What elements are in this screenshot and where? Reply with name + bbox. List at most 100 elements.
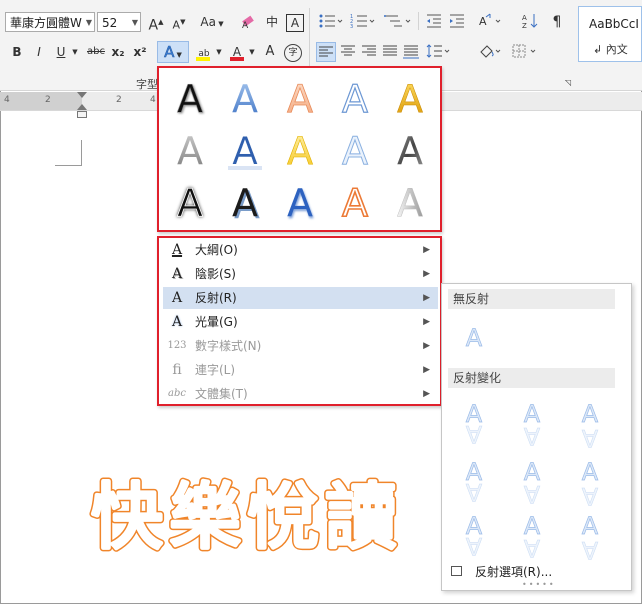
menu-item-label: 大綱(O) xyxy=(195,243,238,257)
reflection-variation-2[interactable]: AA xyxy=(512,396,552,450)
chevron-down-icon[interactable]: ▼ xyxy=(86,13,92,33)
menu-item-reflection[interactable]: A 反射(R) ▶ xyxy=(163,287,438,309)
reflection-variation-1[interactable]: AA xyxy=(454,396,494,450)
font-size-box[interactable]: 52 ▼ xyxy=(97,12,141,32)
numbering-icon[interactable]: 123 xyxy=(350,12,376,32)
phonetic-guide-button[interactable]: 中 xyxy=(262,12,282,32)
reflection-variations-header: 反射變化 xyxy=(448,368,615,388)
change-case-shade-icon[interactable]: A xyxy=(263,42,277,62)
italic-button[interactable]: I xyxy=(32,42,46,62)
svg-text:A: A xyxy=(287,77,313,121)
menu-item-shadow[interactable]: A 陰影(S) ▶ xyxy=(163,263,438,285)
bullets-icon[interactable] xyxy=(318,12,344,32)
align-right-icon[interactable] xyxy=(360,42,378,62)
sort-icon[interactable]: AZ xyxy=(521,12,539,32)
paragraph-dialog-launcher-icon[interactable]: ◹ xyxy=(565,78,571,87)
text-effect-style-13[interactable]: A xyxy=(275,178,325,226)
underline-dropdown-icon[interactable]: ▼ xyxy=(70,42,80,62)
text-effect-style-3[interactable]: A xyxy=(275,74,325,122)
reflection-variation-9[interactable]: AA xyxy=(570,508,610,562)
svg-text:A: A xyxy=(466,532,483,560)
chinese-layout-icon[interactable]: A xyxy=(478,12,506,32)
chevron-down-icon[interactable]: ▼ xyxy=(132,13,138,33)
text-effect-style-15[interactable]: A xyxy=(385,178,435,226)
shading-icon[interactable] xyxy=(478,42,504,62)
reflection-options-item[interactable]: 反射選項(R)... xyxy=(448,562,624,582)
shadow-icon: A xyxy=(171,266,183,282)
distributed-icon[interactable] xyxy=(402,42,420,62)
wordart-text[interactable]: 快樂悅讀 快樂悅讀 xyxy=(85,472,425,562)
svg-text:A: A xyxy=(524,534,541,562)
show-formatting-marks-icon[interactable]: ¶ xyxy=(550,12,564,32)
text-effects-gallery: A A A A A A A A A A A AA A A A xyxy=(157,66,442,232)
text-effect-style-1[interactable]: A xyxy=(165,74,215,122)
svg-text:A: A xyxy=(177,77,203,121)
styles-gallery-item-normal[interactable]: AaBbCcI ↲ 內文 xyxy=(578,6,642,62)
clear-formatting-icon[interactable]: A xyxy=(240,12,258,32)
submenu-arrow-icon: ▶ xyxy=(423,293,430,303)
justify-icon[interactable] xyxy=(381,42,399,62)
align-left-icon[interactable] xyxy=(316,42,336,62)
borders-icon[interactable] xyxy=(511,42,539,62)
menu-item-glow[interactable]: A 光暈(G) ▶ xyxy=(163,311,438,333)
character-border-button[interactable]: A xyxy=(286,14,304,32)
multilevel-list-icon[interactable] xyxy=(384,12,412,32)
reflection-variation-7[interactable]: AA xyxy=(454,508,494,562)
font-color-button[interactable]: A xyxy=(229,42,245,62)
underline-button[interactable]: U xyxy=(54,42,68,62)
menu-item-outline[interactable]: A 大綱(O) ▶ xyxy=(163,239,438,261)
font-name-value: 華康方圓體W xyxy=(10,16,82,30)
reflection-variation-5[interactable]: AA xyxy=(512,454,552,508)
strikethrough-button[interactable]: abc xyxy=(86,42,106,62)
menu-item-number-styles[interactable]: 123 數字樣式(N) ▶ xyxy=(163,335,438,357)
grow-font-button[interactable]: A▲ xyxy=(147,12,165,34)
change-case-button[interactable]: Aa ▼ xyxy=(198,12,226,32)
font-color-dropdown-icon[interactable]: ▼ xyxy=(247,42,257,62)
no-reflection-option[interactable]: A xyxy=(454,316,494,356)
text-effect-style-7[interactable]: A xyxy=(220,126,270,174)
enclose-characters-button[interactable]: 字 xyxy=(284,44,302,62)
text-effect-style-2[interactable]: A xyxy=(220,74,270,122)
svg-text:A: A xyxy=(232,181,258,225)
hanging-indent-marker[interactable] xyxy=(77,104,87,110)
font-group-label: 字型 xyxy=(136,78,158,91)
reflection-variation-6[interactable]: AA xyxy=(570,454,610,508)
text-effect-style-6[interactable]: A xyxy=(165,126,215,174)
subscript-button[interactable]: x₂ xyxy=(110,42,126,62)
text-effect-style-8[interactable]: A xyxy=(275,126,325,174)
decrease-indent-icon[interactable] xyxy=(425,12,443,32)
svg-text:A: A xyxy=(582,424,599,450)
first-line-indent-marker[interactable] xyxy=(77,92,87,98)
highlight-dropdown-icon[interactable]: ▼ xyxy=(214,42,224,62)
ruler-tick: 2 xyxy=(45,95,51,105)
reflection-variation-8[interactable]: AA xyxy=(512,508,552,562)
svg-text:A: A xyxy=(177,129,203,173)
text-effect-style-9[interactable]: A xyxy=(330,126,380,174)
text-effect-style-4[interactable]: A xyxy=(330,74,380,122)
outline-icon: A xyxy=(171,242,183,258)
text-effect-style-14[interactable]: A xyxy=(330,178,380,226)
align-center-icon[interactable] xyxy=(339,42,357,62)
ruler-tick: 4 xyxy=(150,95,156,105)
svg-text:A: A xyxy=(397,181,423,225)
superscript-button[interactable]: x² xyxy=(132,42,148,62)
shrink-font-button[interactable]: A▼ xyxy=(170,12,188,32)
line-spacing-icon[interactable] xyxy=(426,42,452,62)
text-effects-button[interactable]: A ▼ xyxy=(157,41,189,63)
text-effect-style-5[interactable]: A xyxy=(385,74,435,122)
font-name-box[interactable]: 華康方圓體W ▼ xyxy=(5,12,95,32)
menu-item-stylistic-sets[interactable]: abc 文體集(T) ▶ xyxy=(163,383,438,405)
left-indent-marker[interactable] xyxy=(77,111,87,118)
menu-item-label: 光暈(G) xyxy=(195,315,238,329)
increase-indent-icon[interactable] xyxy=(448,12,466,32)
menu-item-label: 反射(R) xyxy=(195,291,237,305)
highlight-button[interactable]: ab xyxy=(194,42,214,62)
reflection-variation-4[interactable]: AA xyxy=(454,454,494,508)
text-effect-style-10[interactable]: A xyxy=(385,126,435,174)
menu-item-ligatures[interactable]: fi 連字(L) ▶ xyxy=(163,359,438,381)
bold-button[interactable]: B xyxy=(10,42,24,62)
text-effect-style-11[interactable]: A xyxy=(165,178,215,226)
resize-grip-icon[interactable]: ••••• xyxy=(522,580,556,589)
text-effect-style-12[interactable]: AA xyxy=(220,178,270,226)
reflection-variation-3[interactable]: AA xyxy=(570,396,610,450)
